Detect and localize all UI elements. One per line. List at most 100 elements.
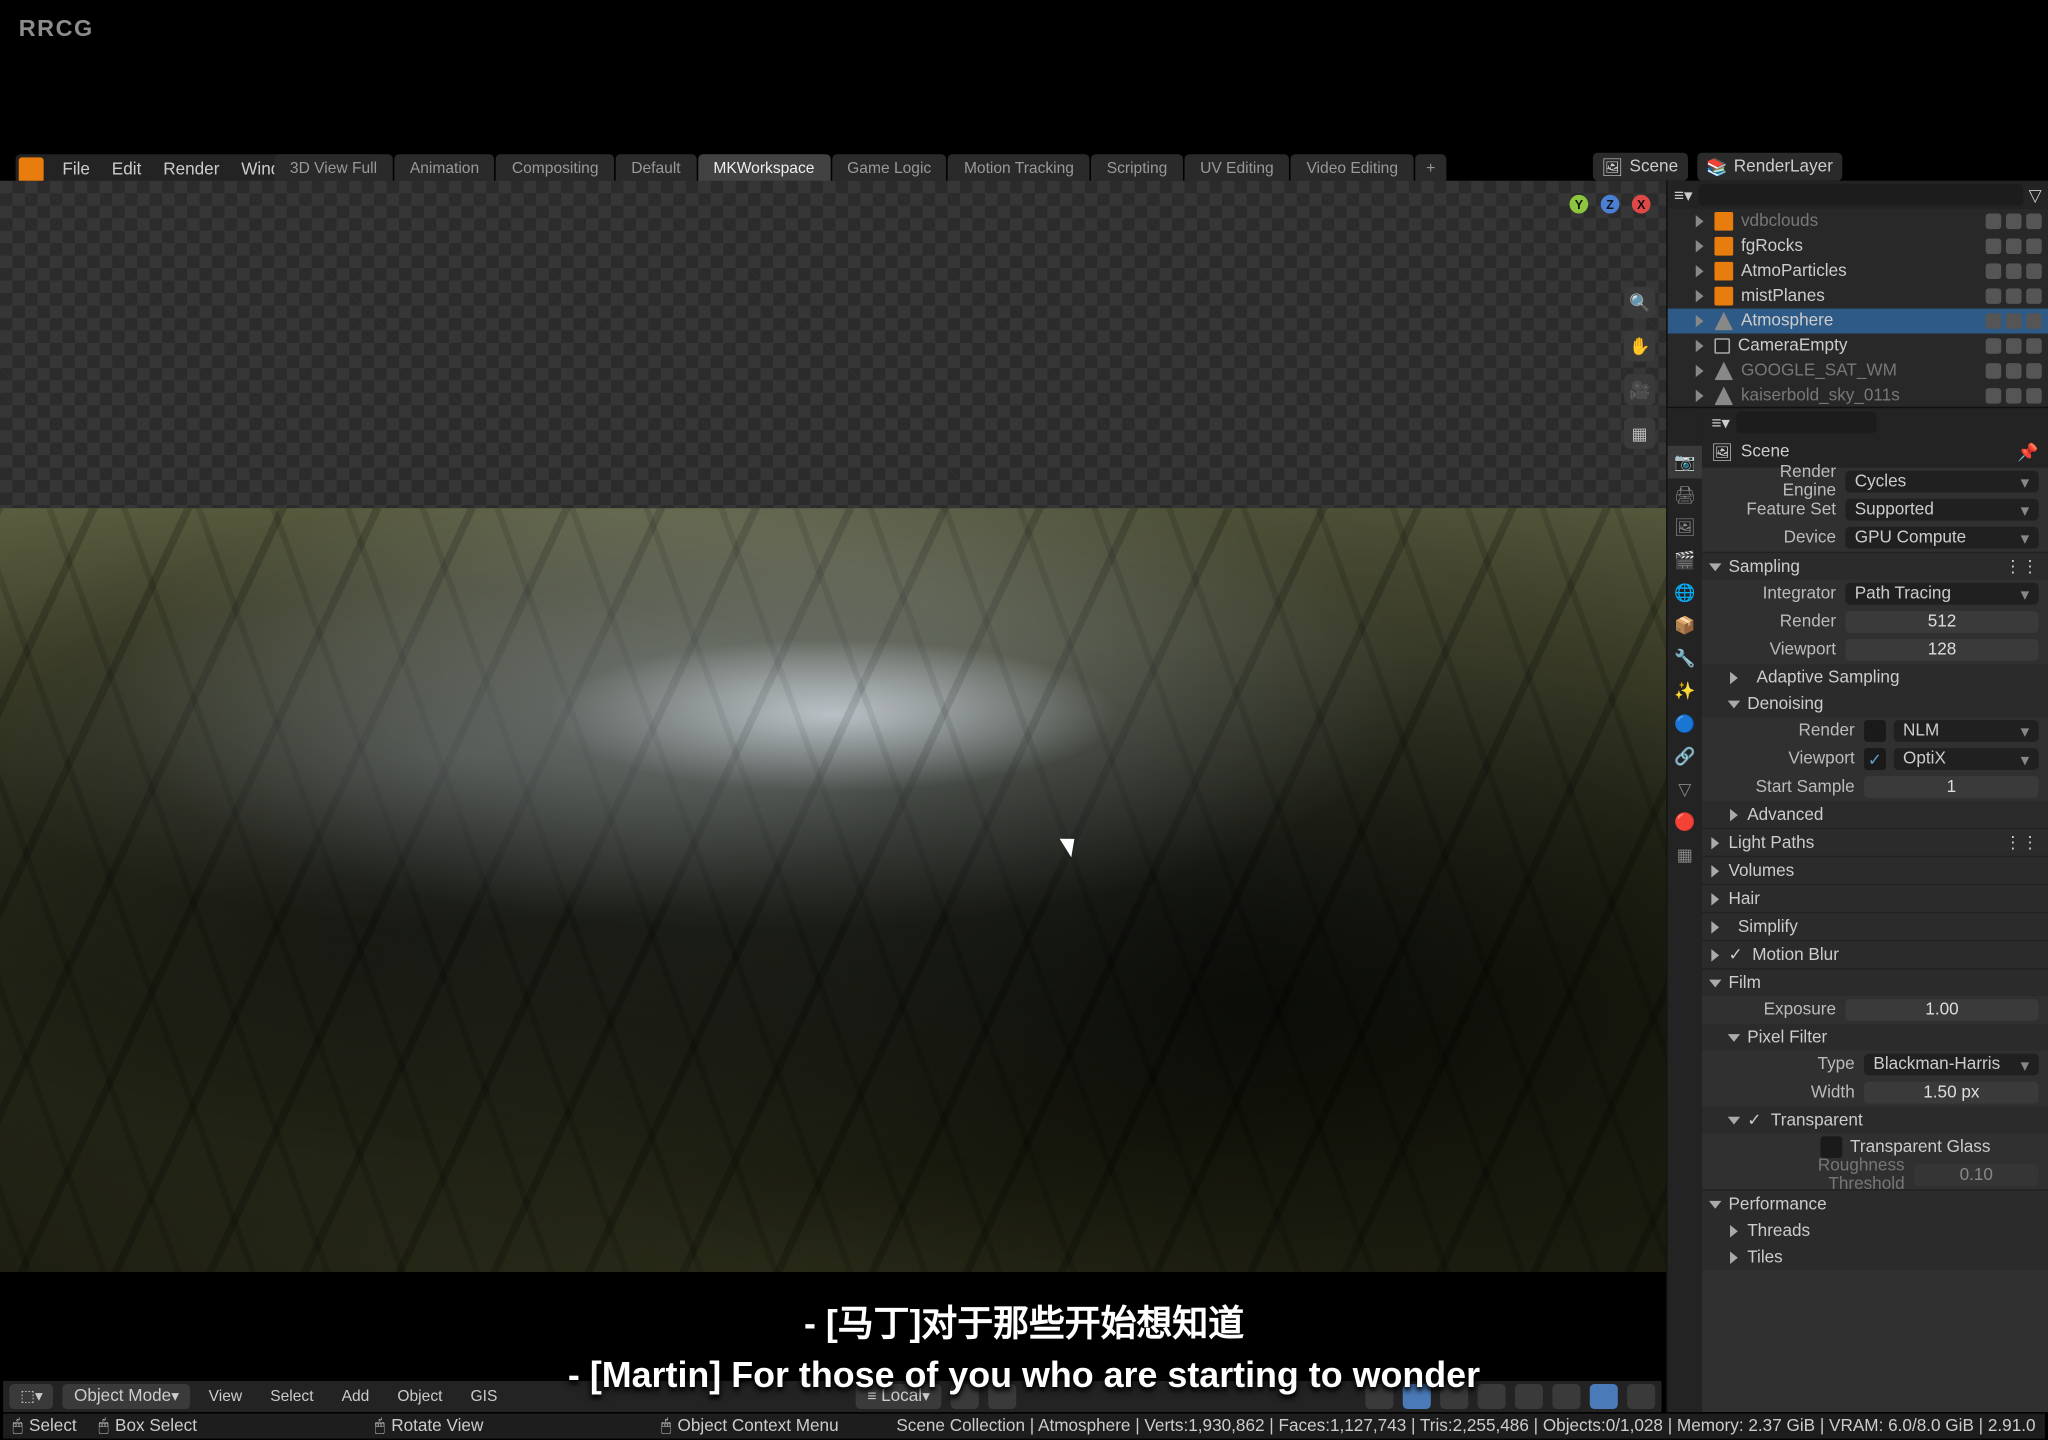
section-film[interactable]: Film: [1702, 969, 2048, 995]
outliner-row-kaiserbold[interactable]: kaiserbold_sky_011s: [1668, 383, 2048, 406]
gizmo-z-icon[interactable]: Z: [1601, 195, 1620, 214]
dn-render-checkbox[interactable]: [1864, 720, 1886, 742]
ptab-render-icon[interactable]: 📷: [1668, 446, 1702, 479]
editor-type-dropdown[interactable]: ⬚▾: [9, 1384, 53, 1409]
tab-motiontracking[interactable]: Motion Tracking: [948, 154, 1089, 184]
perspective-icon[interactable]: ▦: [1624, 418, 1655, 449]
dn-viewport-dropdown[interactable]: OptiX▾: [1894, 748, 2039, 770]
ptab-material-icon[interactable]: 🔴: [1668, 806, 1702, 839]
vp-menu-gis[interactable]: GIS: [461, 1385, 507, 1408]
properties-type-icon[interactable]: ≡▾: [1711, 412, 1730, 432]
section-motionblur[interactable]: ✓Motion Blur: [1702, 941, 2048, 967]
feature-set-dropdown[interactable]: Supported▾: [1845, 499, 2038, 521]
shading-solid-icon[interactable]: [1515, 1384, 1543, 1409]
shading-matprev-icon[interactable]: [1552, 1384, 1580, 1409]
ptab-output-icon[interactable]: 🖨: [1668, 478, 1702, 511]
section-lightpaths[interactable]: Light Paths⋮⋮: [1702, 829, 2048, 855]
ptab-texture-icon[interactable]: ▦: [1668, 839, 1702, 872]
pf-type-dropdown[interactable]: Blackman-Harris▾: [1864, 1054, 2039, 1076]
transglass-checkbox[interactable]: [1820, 1136, 1842, 1158]
shading-wire-icon[interactable]: [1478, 1384, 1506, 1409]
pan-icon[interactable]: ✋: [1624, 330, 1655, 361]
section-sampling[interactable]: Sampling⋮⋮: [1702, 553, 2048, 579]
tab-videoediting[interactable]: Video Editing: [1291, 154, 1414, 184]
pf-width-field[interactable]: 1.50 px: [1864, 1082, 2039, 1104]
tab-3dviewfull[interactable]: 3D View Full: [274, 154, 392, 184]
pause-render-icon[interactable]: [1627, 1384, 1655, 1409]
section-tiles[interactable]: Tiles: [1702, 1244, 2048, 1270]
tab-mkworkspace[interactable]: MKWorkspace: [698, 154, 830, 184]
zoom-icon[interactable]: 🔍: [1624, 287, 1655, 318]
render-samples-field[interactable]: 512: [1845, 611, 2038, 633]
outliner-row-googlesat[interactable]: GOOGLE_SAT_WM: [1668, 358, 2048, 383]
section-advanced[interactable]: Advanced: [1702, 801, 2048, 827]
outliner-row-cameraempty[interactable]: CameraEmpty: [1668, 334, 2048, 359]
tab-compositing[interactable]: Compositing: [496, 154, 614, 184]
render-engine-dropdown[interactable]: Cycles▾: [1845, 471, 2038, 493]
start-sample-field[interactable]: 1: [1864, 776, 2039, 798]
section-threads[interactable]: Threads: [1702, 1217, 2048, 1243]
dn-render-dropdown[interactable]: NLM▾: [1894, 720, 2039, 742]
viewport-samples-field[interactable]: 128: [1845, 639, 2038, 661]
outliner-row-fgrocks[interactable]: fgRocks: [1668, 234, 2048, 259]
ptab-data-icon[interactable]: ▽: [1668, 773, 1702, 806]
menu-render[interactable]: Render: [154, 156, 229, 184]
tab-scripting[interactable]: Scripting: [1091, 154, 1183, 184]
motionblur-checkbox[interactable]: ✓: [1728, 945, 1742, 965]
outliner-filter-icon[interactable]: ▽: [2029, 185, 2042, 205]
section-simplify[interactable]: Simplify: [1702, 913, 2048, 939]
device-dropdown[interactable]: GPU Compute▾: [1845, 527, 2038, 549]
ptab-modifiers-icon[interactable]: 🔧: [1668, 642, 1702, 675]
ptab-object-icon[interactable]: 📦: [1668, 609, 1702, 642]
vp-menu-add[interactable]: Add: [332, 1385, 378, 1408]
vp-menu-select[interactable]: Select: [261, 1385, 323, 1408]
gizmo-y-icon[interactable]: Y: [1570, 195, 1589, 214]
section-pixelfilter[interactable]: Pixel Filter: [1702, 1024, 2048, 1050]
ptab-particles-icon[interactable]: ✨: [1668, 675, 1702, 708]
properties-search[interactable]: [1736, 411, 1876, 433]
ptab-constraints-icon[interactable]: 🔗: [1668, 740, 1702, 773]
ptab-viewlayer-icon[interactable]: 🖼: [1668, 511, 1702, 544]
outliner-row-vdbclouds[interactable]: vdbclouds: [1668, 209, 2048, 234]
tab-animation[interactable]: Animation: [394, 154, 494, 184]
exposure-field[interactable]: 1.00: [1845, 999, 2038, 1021]
section-performance[interactable]: Performance: [1702, 1191, 2048, 1217]
vp-menu-view[interactable]: View: [199, 1385, 251, 1408]
gizmo-x-icon[interactable]: X: [1632, 195, 1651, 214]
ptab-scene-icon[interactable]: 🎬: [1668, 544, 1702, 577]
outliner-row-atmosphere[interactable]: Atmosphere: [1668, 309, 2048, 334]
tab-gamelogic[interactable]: Game Logic: [832, 154, 947, 184]
ptab-world-icon[interactable]: 🌐: [1668, 577, 1702, 610]
scene-dropdown[interactable]: 🖼 Scene: [1592, 153, 1687, 181]
nav-gizmo[interactable]: Z Y X: [1570, 195, 1651, 276]
outliner-row-atmoparticles[interactable]: AtmoParticles: [1668, 259, 2048, 284]
section-transparent[interactable]: ✓Transparent: [1702, 1107, 2048, 1133]
outliner-type-icon[interactable]: ≡▾: [1674, 185, 1693, 205]
section-denoising[interactable]: Denoising: [1702, 690, 2048, 716]
ptab-physics-icon[interactable]: 🔵: [1668, 708, 1702, 741]
mode-dropdown[interactable]: Object Mode ▾: [63, 1384, 190, 1409]
camera-icon[interactable]: 🎥: [1624, 374, 1655, 405]
section-adaptive[interactable]: Adaptive Sampling: [1702, 664, 2048, 690]
roughthresh-field[interactable]: 0.10: [1914, 1164, 2039, 1186]
section-volumes[interactable]: Volumes: [1702, 857, 2048, 883]
outliner-row-mistplanes[interactable]: mistPlanes: [1668, 284, 2048, 309]
integrator-dropdown[interactable]: Path Tracing▾: [1845, 583, 2038, 605]
vp-menu-object[interactable]: Object: [388, 1385, 452, 1408]
tab-add[interactable]: +: [1415, 154, 1446, 184]
dn-viewport-checkbox[interactable]: ✓: [1864, 748, 1886, 770]
tab-default[interactable]: Default: [616, 154, 697, 184]
3d-viewport[interactable]: [0, 181, 1666, 1272]
blender-logo-icon[interactable]: [19, 157, 44, 182]
tiles-label: Tiles: [1747, 1248, 1783, 1267]
transparent-checkbox[interactable]: ✓: [1747, 1110, 1761, 1130]
pin-icon[interactable]: 📌: [2017, 442, 2038, 462]
workspace-tabs: 3D View Full Animation Compositing Defau…: [274, 153, 1447, 184]
tab-uvediting[interactable]: UV Editing: [1184, 154, 1289, 184]
menu-edit[interactable]: Edit: [102, 156, 150, 184]
section-hair[interactable]: Hair: [1702, 885, 2048, 911]
outliner-search[interactable]: [1699, 184, 2023, 206]
shading-rendered-icon[interactable]: [1590, 1384, 1618, 1409]
menu-file[interactable]: File: [53, 156, 99, 184]
viewlayer-dropdown[interactable]: 📚 RenderLayer: [1697, 153, 1842, 181]
